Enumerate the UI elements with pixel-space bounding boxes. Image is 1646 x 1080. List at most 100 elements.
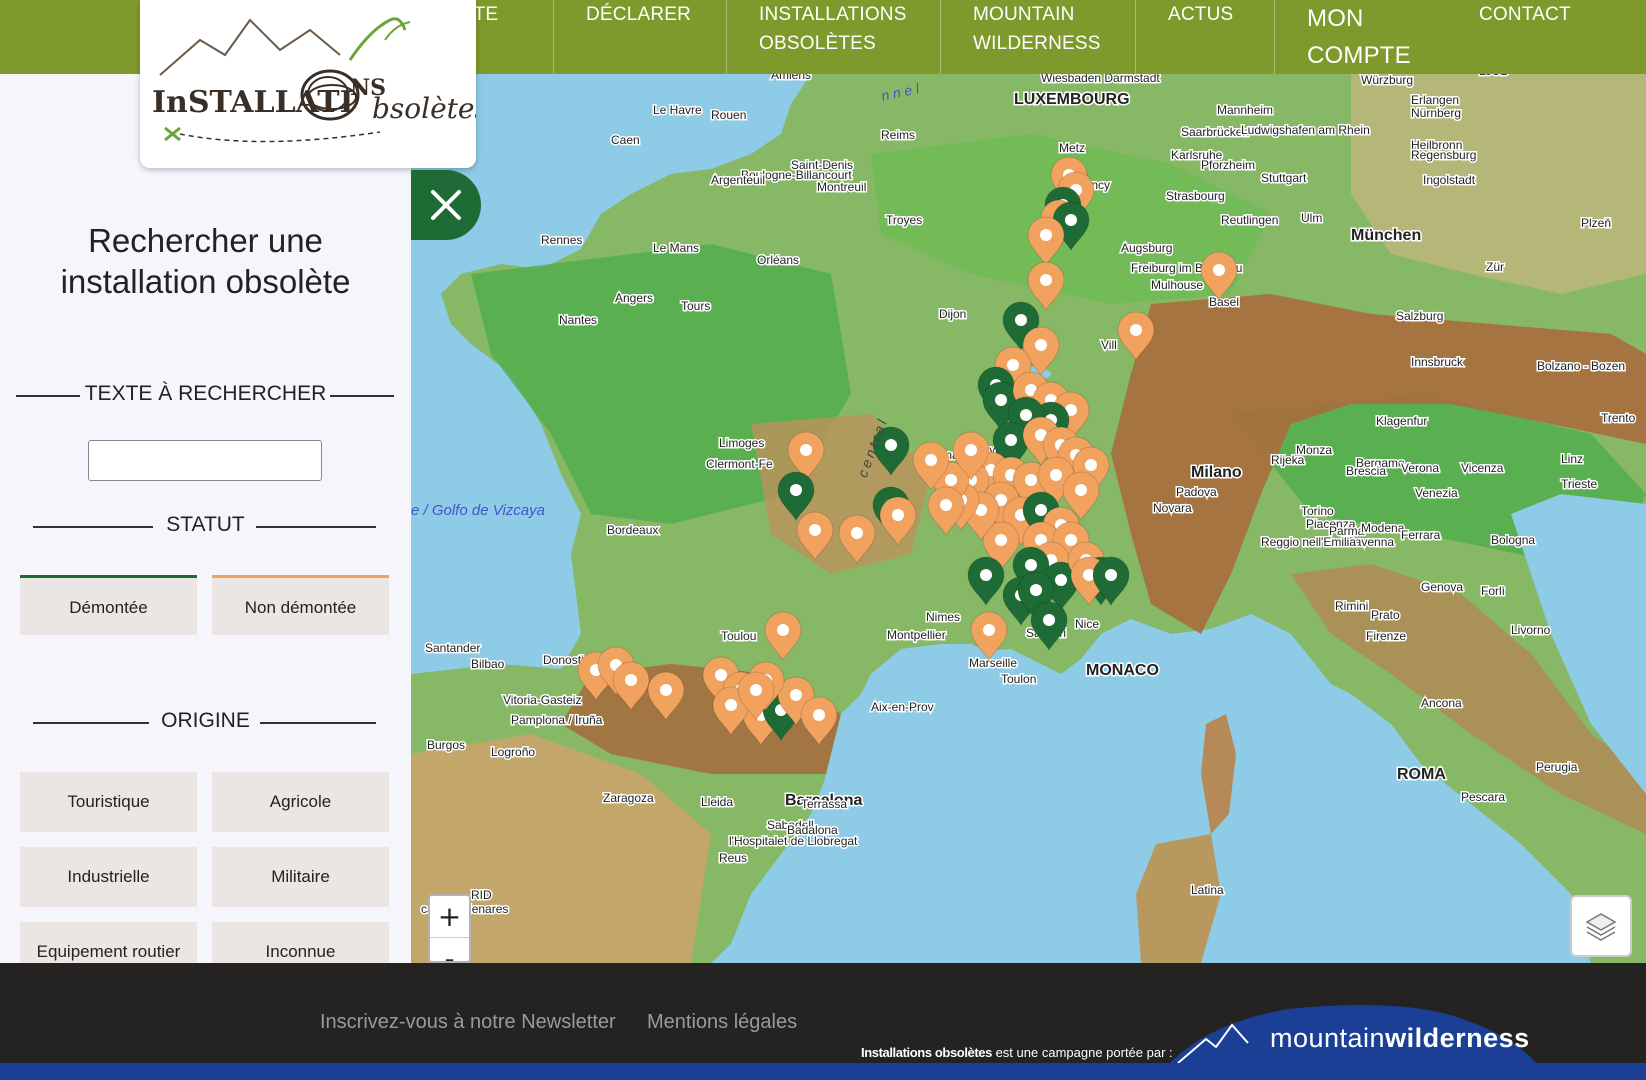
campaign-brand: Installations obsolètes: [861, 1045, 992, 1060]
map-place-label: Novara: [1153, 501, 1192, 515]
map-place-label: Vitoria-Gasteiz: [503, 693, 581, 707]
map-place-label: Argenteuil: [711, 173, 765, 187]
nav-item-installations[interactable]: Installations obsolètes: [726, 0, 940, 74]
nav-item-label: Mountain: [973, 4, 1075, 25]
filter-non-demontee-button[interactable]: Non démontée: [212, 575, 389, 635]
search-sidebar: Rechercher une installation obsolète TEX…: [0, 74, 411, 963]
search-input[interactable]: [88, 440, 322, 481]
map-place-label: Montreuil: [817, 180, 866, 194]
map-place-label: Montpellier: [887, 628, 946, 642]
map-place-label: Perugia: [1536, 760, 1578, 774]
map-place-label: Dijon: [939, 307, 966, 321]
map-place-label: l'Hospitalet de Llobregat: [729, 834, 858, 848]
filter-demontee-button[interactable]: Démontée: [20, 575, 197, 635]
map-place-label: LJUB: [1479, 74, 1508, 78]
nav-item-mon-compte[interactable]: Mon Compte: [1274, 0, 1459, 74]
map-place-label: Zaragoza: [603, 791, 654, 805]
map-place-label: Lleida: [701, 795, 733, 809]
filter-touristique-button[interactable]: Touristique: [20, 772, 197, 832]
map-place-label: Tours: [681, 299, 710, 313]
map-place-label: Monza: [1296, 443, 1332, 457]
map-place-label: Toulou: [721, 629, 756, 643]
filter-inconnue-button[interactable]: Inconnue: [212, 922, 389, 963]
map-place-label: Reims: [881, 128, 915, 142]
close-sidebar-button[interactable]: [411, 170, 481, 240]
nav-item-label: Déclarer: [586, 4, 692, 25]
nav-item-declarer[interactable]: Déclarer: [553, 0, 726, 74]
map-place-label: Wiesbaden Darmstadt: [1041, 74, 1160, 85]
divider: [256, 526, 376, 528]
water-label-biscay: e / Golfo de Vizcaya: [411, 502, 545, 519]
map-place-label: Ludwigshafen am Rhein: [1241, 123, 1370, 137]
status-label: STATUT: [166, 513, 245, 536]
map-place-label: Toulon: [1001, 672, 1036, 686]
map-place-label: Pamplona / Iruña: [511, 713, 603, 727]
map-place-label: Linz: [1561, 452, 1583, 466]
map-place-label: Burgos: [427, 738, 465, 752]
nav-item-label: Contact: [1479, 4, 1571, 25]
map-place-label: Nantes: [559, 313, 597, 327]
origin-label: ORIGINE: [161, 709, 250, 732]
origin-section-title: ORIGINE: [0, 709, 411, 733]
map-place-label: Vicenza: [1461, 461, 1504, 475]
filter-industrielle-button[interactable]: Industrielle: [20, 847, 197, 907]
map-place-label: Salzburg: [1396, 309, 1443, 323]
map-place-label: Bolzano - Bozen: [1537, 359, 1625, 373]
map-place-label: Metz: [1059, 141, 1085, 155]
map-place-label: Mulhouse: [1151, 278, 1203, 292]
map-place-label: Troyes: [886, 213, 922, 227]
map-place-label: Stuttgart: [1261, 171, 1307, 185]
nav-item-label: Wilderness: [973, 33, 1101, 54]
map-place-label: Ulm: [1301, 211, 1322, 225]
search-label: TEXTE À RECHERCHER: [84, 382, 327, 405]
mw-logo-bold: wilderness: [1385, 1023, 1530, 1053]
map-place-label: Zür: [1486, 260, 1504, 274]
map-place-label: Strasbourg: [1166, 189, 1225, 203]
campaign-statement: est une campagne portée par :: [995, 1045, 1173, 1060]
divider: [16, 395, 80, 397]
map-place-label: Rouen: [711, 108, 746, 122]
bottom-strip: [0, 1063, 1646, 1080]
map-place-label: Vill: [1101, 338, 1117, 352]
map-place-label: Prato: [1371, 608, 1400, 622]
map-view[interactable]: LUXEMBOURG MONACO ROMA München Milano Barcelo…: [411, 74, 1646, 963]
map-place-label: Erlangen: [1411, 93, 1459, 107]
map-place-label: Trento: [1601, 411, 1636, 425]
map-place-label: Limoges: [719, 436, 764, 450]
filter-militaire-button[interactable]: Militaire: [212, 847, 389, 907]
sidebar-title: Rechercher une installation obsolète: [60, 222, 351, 300]
layers-button[interactable]: [1570, 895, 1632, 957]
campaign-text: Installations obsolètes est une campagne…: [861, 1045, 1173, 1060]
map-place-label: Angers: [615, 291, 653, 305]
filter-equipement-routier-button[interactable]: Equipement routier: [20, 922, 197, 963]
map-place-label: Logroño: [491, 745, 535, 759]
map-place-label: RID: [471, 888, 492, 902]
map-place-label: Pforzheim: [1201, 158, 1255, 172]
newsletter-link[interactable]: Inscrivez-vous à notre Newsletter: [320, 1011, 616, 1034]
nav-item-actus[interactable]: Actus: [1135, 0, 1274, 74]
zoom-in-button[interactable]: +: [430, 896, 469, 938]
map-place-label: Ancona: [1421, 696, 1462, 710]
map-place-label: Rennes: [541, 233, 582, 247]
close-icon: [431, 190, 461, 220]
map-place-label: Le Mans: [653, 241, 699, 255]
filter-agricole-button[interactable]: Agricole: [212, 772, 389, 832]
nav-item-contact[interactable]: Contact: [1459, 0, 1646, 74]
map-place-label: Saarbrücken: [1181, 125, 1249, 139]
mountain-wilderness-logo[interactable]: mountainwilderness: [1270, 1023, 1530, 1054]
map-place-label: Reutlingen: [1221, 213, 1278, 227]
map-place-label: Nimes: [926, 610, 960, 624]
map-place-label: Rimini: [1335, 599, 1368, 613]
map-place-label: Padova: [1176, 485, 1217, 499]
map-place-label: LUXEMBOURG: [1014, 91, 1130, 108]
map-place-label: Basel: [1209, 295, 1239, 309]
map-place-label: Brescia: [1346, 464, 1386, 478]
legal-link[interactable]: Mentions légales: [647, 1011, 797, 1034]
map-place-label: Reus: [719, 851, 747, 865]
zoom-out-button[interactable]: -: [430, 938, 469, 961]
nav-item-mountain-wilderness[interactable]: Mountain Wilderness: [940, 0, 1135, 74]
site-logo[interactable]: InSTALLATI NS bsolètes: [140, 0, 476, 168]
map-place-label: Nice: [1075, 617, 1099, 631]
map-place-label: Clermont-Fe: [706, 457, 773, 471]
map-place-label: Bologna: [1491, 533, 1535, 547]
